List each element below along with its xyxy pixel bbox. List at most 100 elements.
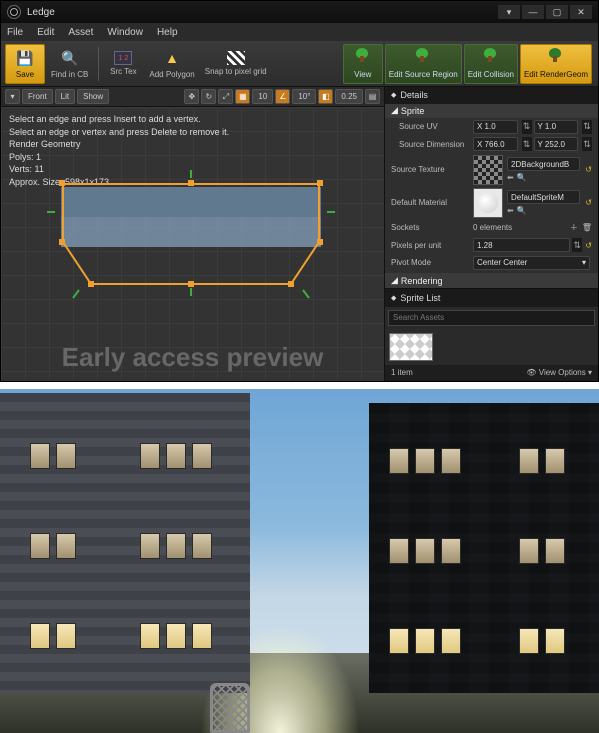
titlebar[interactable]: Ledge ▾ — ▢ ✕ — [1, 1, 598, 23]
rendering-section[interactable]: ◢Rendering — [385, 273, 598, 288]
source-texture-row: Source Texture 2DBackgroundB ⬅ 🔍 ↺ — [385, 153, 598, 186]
src-tex-icon: 1 2 — [114, 51, 132, 65]
default-material-row: Default Material DefaultSpriteM ⬅ 🔍 ↺ — [385, 186, 598, 219]
pivot-value[interactable]: Center Center▾ — [473, 256, 590, 270]
source-texture-thumb[interactable] — [473, 155, 503, 185]
add-icon[interactable]: ＋ — [570, 222, 578, 233]
save-icon: 💾 — [15, 48, 35, 68]
view-button[interactable]: View — [343, 44, 383, 84]
sockets-label: Sockets — [391, 223, 473, 232]
default-material-label: Default Material — [391, 198, 473, 207]
rendering-label: Rendering — [401, 276, 443, 286]
maximize-button[interactable]: ▢ — [546, 5, 568, 19]
source-uv-y[interactable]: Y 1.0 — [534, 120, 579, 134]
search-placeholder: Search Assets — [393, 313, 444, 322]
source-dim-x[interactable]: X 766.0 — [473, 137, 518, 151]
use-asset-icon[interactable]: ⬅ — [507, 206, 514, 215]
viewport-menu-icon[interactable]: ▾ — [5, 89, 20, 104]
watermark: Early access preview — [1, 342, 384, 373]
add-polygon-button[interactable]: ▲ Add Polygon — [145, 44, 198, 84]
angle-snap-toggle[interactable]: ∠ — [275, 89, 290, 104]
edit-render-geom-button[interactable]: Edit RenderGeom — [520, 44, 592, 84]
source-dim-row: Source Dimension X 766.0 ⇅ Y 252.0⇅ — [385, 136, 598, 153]
details-panel-header[interactable]: ◆Details — [385, 87, 598, 104]
details-title: Details — [400, 90, 428, 100]
close-button[interactable]: ✕ — [570, 5, 592, 19]
menu-help[interactable]: Help — [157, 27, 178, 38]
spinner-icon[interactable]: ⇅ — [522, 120, 532, 134]
scale-snap-value[interactable]: 0.25 — [335, 89, 363, 104]
triangle-icon: ▲ — [162, 48, 182, 68]
browse-asset-icon[interactable]: 🔍 — [517, 173, 527, 182]
render-geom-label: Render Geometry — [9, 138, 229, 151]
ppu-value[interactable]: 1.28 — [473, 238, 570, 252]
source-uv-x[interactable]: X 1.0 — [473, 120, 518, 134]
browse-asset-icon[interactable]: 🔍 — [517, 206, 527, 215]
reset-icon[interactable]: ↺ — [585, 198, 592, 207]
spinner-icon[interactable]: ⇅ — [582, 120, 592, 134]
default-material-thumb[interactable] — [473, 188, 503, 218]
tree-icon — [413, 48, 433, 68]
menu-edit[interactable]: Edit — [37, 27, 54, 38]
tree-icon — [481, 48, 501, 68]
toolbar: 💾 Save 🔍 Find in CB 1 2 Src Tex ▲ Add Po… — [1, 41, 598, 87]
transform-move-icon[interactable]: ✥ — [184, 89, 199, 104]
minimize-button[interactable]: — — [522, 5, 544, 19]
search-input[interactable]: Search Assets — [388, 310, 595, 326]
sprite-grid — [385, 329, 598, 365]
transform-scale-icon[interactable]: ⤢ — [218, 89, 233, 104]
tree-icon — [546, 48, 566, 68]
viewport-front[interactable]: Front — [22, 89, 53, 104]
grid-snap-value[interactable]: 10 — [252, 89, 273, 104]
grid-snap-toggle[interactable]: ▦ — [235, 89, 250, 104]
render-scene-image — [0, 389, 599, 733]
reset-icon[interactable]: ↺ — [585, 165, 592, 174]
spinner-icon[interactable]: ⇅ — [572, 238, 582, 252]
checker-icon — [227, 51, 245, 65]
tree-icon — [353, 48, 373, 68]
spinner-icon[interactable]: ⇅ — [522, 137, 532, 151]
item-count: 1 item — [391, 368, 413, 377]
use-asset-icon[interactable]: ⬅ — [507, 173, 514, 182]
default-material-value[interactable]: DefaultSpriteM — [507, 190, 580, 204]
source-uv-label: Source UV — [391, 122, 473, 131]
save-button[interactable]: 💾 Save — [5, 44, 45, 84]
sprite-section[interactable]: ◢Sprite — [385, 104, 598, 119]
src-tex-button[interactable]: 1 2 Src Tex — [103, 44, 143, 84]
pivot-label: Pivot Mode — [391, 258, 473, 267]
viewport-lit[interactable]: Lit — [55, 89, 75, 104]
polys-label: Polys: 1 — [9, 151, 229, 164]
sprite-thumb[interactable] — [389, 333, 433, 361]
menu-file[interactable]: File — [7, 27, 23, 38]
scale-snap-toggle[interactable]: ◧ — [318, 89, 333, 104]
source-uv-row: Source UV X 1.0 ⇅ Y 1.0⇅ — [385, 118, 598, 135]
find-in-cb-button[interactable]: 🔍 Find in CB — [47, 44, 92, 84]
sprite-geometry[interactable] — [61, 182, 321, 292]
angle-snap-value[interactable]: 10° — [292, 89, 316, 104]
ppu-label: Pixels per unit — [391, 241, 473, 250]
menu-window[interactable]: Window — [107, 27, 143, 38]
source-texture-value[interactable]: 2DBackgroundB — [507, 157, 580, 171]
camera-speed-icon[interactable]: ▤ — [365, 89, 380, 104]
menu-bar: File Edit Asset Window Help — [1, 23, 598, 41]
viewport[interactable]: Select an edge and press Insert to add a… — [1, 107, 384, 381]
clear-icon[interactable]: 🗑 — [582, 223, 592, 232]
reset-icon[interactable]: ↺ — [585, 241, 592, 250]
view-options-button[interactable]: 👁 View Options ▾ — [526, 368, 592, 377]
spinner-icon[interactable]: ⇅ — [582, 137, 592, 151]
source-dim-y[interactable]: Y 252.0 — [534, 137, 579, 151]
hint-line-1: Select an edge and press Insert to add a… — [9, 113, 229, 126]
viewport-show[interactable]: Show — [77, 89, 109, 104]
snap-button[interactable]: Snap to pixel grid — [201, 44, 271, 84]
find-label: Find in CB — [51, 70, 88, 79]
window-dropdown-icon[interactable]: ▾ — [498, 5, 520, 19]
edit-collision-button[interactable]: Edit Collision — [464, 44, 518, 84]
source-dim-label: Source Dimension — [391, 140, 473, 149]
sprite-list-header[interactable]: ◆Sprite List — [385, 289, 598, 307]
transform-rotate-icon[interactable]: ↻ — [201, 89, 216, 104]
sockets-value: 0 elements — [473, 223, 570, 232]
menu-asset[interactable]: Asset — [68, 27, 93, 38]
edit-source-region-button[interactable]: Edit Source Region — [385, 44, 462, 84]
hint-line-2: Select an edge or vertex and press Delet… — [9, 126, 229, 139]
edit-render-label: Edit RenderGeom — [524, 70, 588, 79]
